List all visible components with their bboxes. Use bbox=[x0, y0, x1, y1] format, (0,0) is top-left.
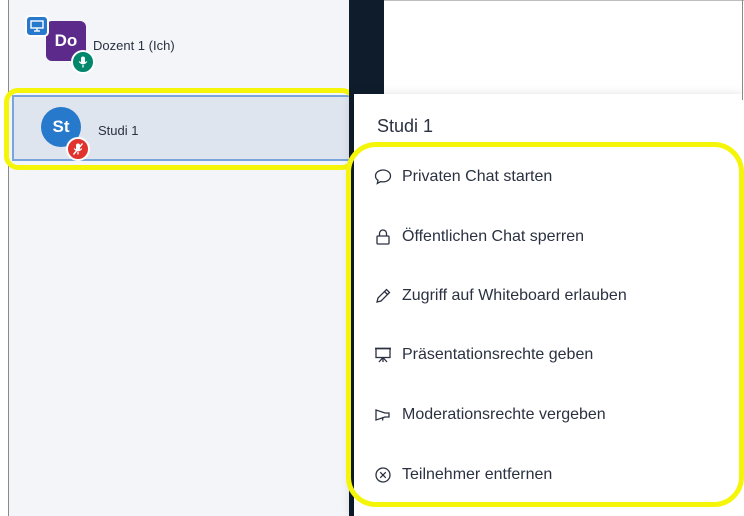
participants-sidebar: Do Dozent 1 (Ich) bbox=[9, 0, 349, 516]
microphone-icon bbox=[71, 50, 95, 74]
frame-right-border bbox=[742, 0, 743, 100]
participant-row-presenter[interactable]: Do Dozent 1 (Ich) bbox=[9, 15, 349, 75]
avatar-initials: Do bbox=[54, 31, 78, 50]
menu-title: Studi 1 bbox=[377, 116, 434, 136]
presentation-icon bbox=[25, 15, 49, 37]
highlight-outline-participant bbox=[4, 88, 356, 170]
participant-name: Dozent 1 (Ich) bbox=[93, 38, 175, 53]
highlight-outline-menu bbox=[346, 142, 744, 507]
